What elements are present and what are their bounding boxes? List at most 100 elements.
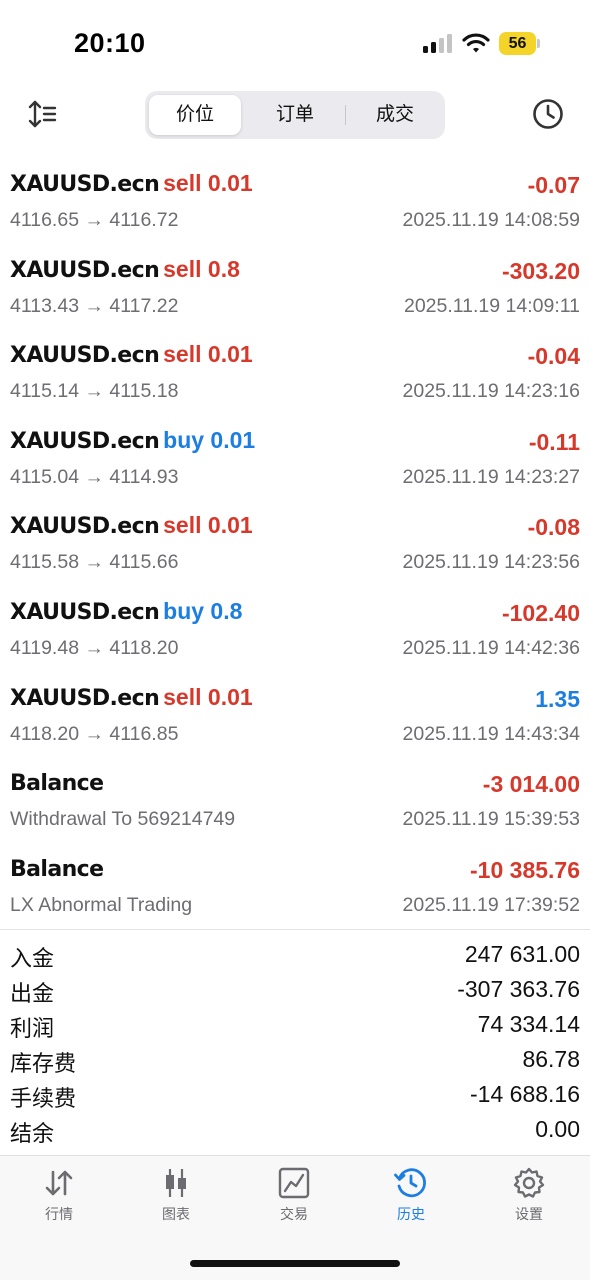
deal-prices: 4116.65 → 4116.72: [10, 209, 179, 231]
deal-row[interactable]: XAUUSD.ecn sell 0.01 1.35 4118.20 → 4116.85…: [0, 674, 590, 760]
sort-icon[interactable]: [26, 98, 58, 130]
summary-row: 出金 -307 363.76: [0, 972, 590, 1007]
deal-datetime: 2025.11.19 14:43:34: [402, 722, 580, 745]
deal-side-volume: sell 0.01: [163, 170, 253, 196]
deal-volume: 0.01: [207, 170, 253, 196]
deal-datetime: 2025.11.19 15:39:53: [402, 808, 580, 831]
deal-symbol: XAUUSD.ecn: [10, 685, 160, 711]
deal-profit: -3 014.00: [482, 771, 580, 798]
deal-title: XAUUSD.ecn sell 0.8: [10, 256, 240, 284]
history-toolbar: 价位 订单 成交: [0, 88, 590, 142]
deal-row[interactable]: Balance -10 385.76 LX Abnormal Trading 2025…: [0, 845, 590, 931]
deal-row[interactable]: XAUUSD.ecn sell 0.8 -303.20 4113.43 → 4117.…: [0, 246, 590, 332]
deal-datetime: 2025.11.19 14:09:11: [403, 294, 580, 317]
deal-side-volume: sell 0.01: [163, 512, 253, 538]
summary-label: 利润: [10, 1016, 55, 1041]
tab-trade[interactable]: 交易: [249, 1166, 339, 1236]
wifi-icon: [462, 33, 490, 53]
summary-label: 库存费: [10, 1051, 77, 1076]
deal-title: Balance: [10, 855, 104, 883]
deal-symbol: XAUUSD.ecn: [10, 599, 160, 625]
deal-side-volume: sell 0.01: [163, 684, 253, 710]
deal-row[interactable]: Balance -3 014.00 Withdrawal To 569214749 2…: [0, 759, 590, 845]
tab-trade-label: 交易: [280, 1206, 308, 1222]
deal-datetime: 2025.11.19 14:23:56: [402, 551, 580, 574]
tab-quotes[interactable]: 行情: [14, 1166, 104, 1236]
deal-side: sell: [163, 341, 202, 368]
deal-prices: LX Abnormal Trading: [10, 893, 193, 916]
deals-list: XAUUSD.ecn sell 0.01 -0.07 4116.65 → 4116.7…: [0, 160, 590, 930]
summary-row: 结余 0.00: [0, 1112, 590, 1147]
summary-label: 手续费: [10, 1086, 77, 1111]
deal-symbol: Balance: [10, 856, 104, 882]
deal-volume: 0.01: [207, 683, 253, 710]
segment-divider: [345, 105, 346, 125]
summary-row: 手续费 -14 688.16: [0, 1077, 590, 1112]
deal-side-volume: buy 0.01: [163, 427, 255, 453]
deal-symbol: XAUUSD.ecn: [10, 428, 160, 454]
deal-profit: -0.04: [527, 343, 580, 370]
deal-title: XAUUSD.ecn sell 0.01: [10, 341, 253, 369]
deal-profit: -10 385.76: [470, 856, 580, 883]
status-bar: 20:10 56: [0, 0, 590, 80]
deal-datetime: 2025.11.19 14:23:16: [402, 380, 580, 403]
summary-value: -14 688.16: [470, 1081, 580, 1107]
deal-side: sell: [163, 170, 202, 196]
quotes-arrows-icon: [45, 1170, 73, 1196]
candlestick-chart-icon: [166, 1169, 186, 1197]
home-indicator[interactable]: [190, 1260, 400, 1267]
deal-row[interactable]: XAUUSD.ecn buy 0.8 -102.40 4119.48 → 4118.2…: [0, 588, 590, 674]
tab-history[interactable]: 历史: [366, 1166, 456, 1236]
deal-prices: Withdrawal To 569214749: [10, 808, 236, 831]
deal-prices: 4119.48 → 4118.20: [10, 636, 179, 659]
deal-volume: 0.8: [207, 255, 240, 282]
tab-history-label: 历史: [397, 1206, 425, 1222]
deal-profit: -0.08: [527, 514, 580, 541]
deal-side: sell: [163, 255, 202, 282]
period-clock-icon[interactable]: [531, 97, 565, 131]
deal-symbol: XAUUSD.ecn: [10, 343, 160, 369]
deal-title: XAUUSD.ecn sell 0.01: [10, 684, 253, 712]
summary-row: 库存费 86.78: [0, 1042, 590, 1077]
segment-deals[interactable]: 成交: [347, 95, 443, 135]
deal-datetime: 2025.11.19 17:39:52: [402, 893, 580, 916]
deal-side: buy: [163, 597, 205, 624]
deal-title: XAUUSD.ecn sell 0.01: [10, 170, 253, 198]
deal-title: Balance: [10, 769, 104, 797]
summary-value: 86.78: [522, 1046, 580, 1072]
summary-value: 247 631.00: [464, 941, 580, 967]
deal-prices: 4115.04 → 4114.93: [10, 465, 179, 488]
deal-row[interactable]: XAUUSD.ecn sell 0.01 -0.07 4116.65 → 4116.7…: [0, 160, 590, 246]
deal-side: sell: [163, 683, 202, 710]
deal-side-volume: sell 0.01: [163, 341, 253, 367]
segmented-control: 价位 订单 成交: [145, 91, 445, 139]
deal-row[interactable]: XAUUSD.ecn sell 0.01 -0.04 4115.14 → 4115.1…: [0, 331, 590, 417]
deal-row[interactable]: XAUUSD.ecn buy 0.01 -0.11 4115.04 → 4114.93…: [0, 417, 590, 503]
deal-datetime: 2025.11.19 14:08:59: [402, 209, 580, 231]
segment-positions[interactable]: 价位: [149, 95, 241, 135]
deal-volume: 0.01: [207, 341, 253, 368]
tab-chart-label: 图表: [162, 1206, 190, 1222]
deal-prices: 4115.58 → 4115.66: [10, 551, 179, 574]
deal-side: buy: [163, 426, 205, 453]
tab-settings[interactable]: 设置: [484, 1166, 574, 1236]
deal-title: XAUUSD.ecn buy 0.8: [10, 598, 242, 626]
cellular-signal-icon: [423, 33, 453, 53]
tab-settings-label: 设置: [515, 1206, 543, 1222]
deal-row[interactable]: XAUUSD.ecn sell 0.01 -0.08 4115.58 → 4115.6…: [0, 502, 590, 588]
summary-value: 0.00: [535, 1116, 580, 1142]
deal-datetime: 2025.11.19 14:23:27: [402, 465, 580, 488]
summary-panel: 入金 247 631.00 出金 -307 363.76 利润 74 334.14 库存费 8…: [0, 937, 590, 1147]
status-time: 20:10: [74, 28, 146, 58]
tab-quotes-label: 行情: [45, 1206, 73, 1222]
deal-datetime: 2025.11.19 14:42:36: [402, 636, 580, 659]
deal-profit: -0.11: [528, 428, 580, 455]
deal-prices: 4115.14 → 4115.18: [10, 380, 179, 403]
deal-profit: 1.35: [535, 685, 580, 712]
history-clock-icon: [394, 1168, 426, 1198]
segment-orders[interactable]: 订单: [247, 95, 343, 135]
battery-level: 56: [508, 35, 527, 52]
summary-label: 入金: [10, 946, 55, 971]
tab-chart[interactable]: 图表: [131, 1166, 221, 1236]
deal-profit: -303.20: [501, 257, 580, 284]
